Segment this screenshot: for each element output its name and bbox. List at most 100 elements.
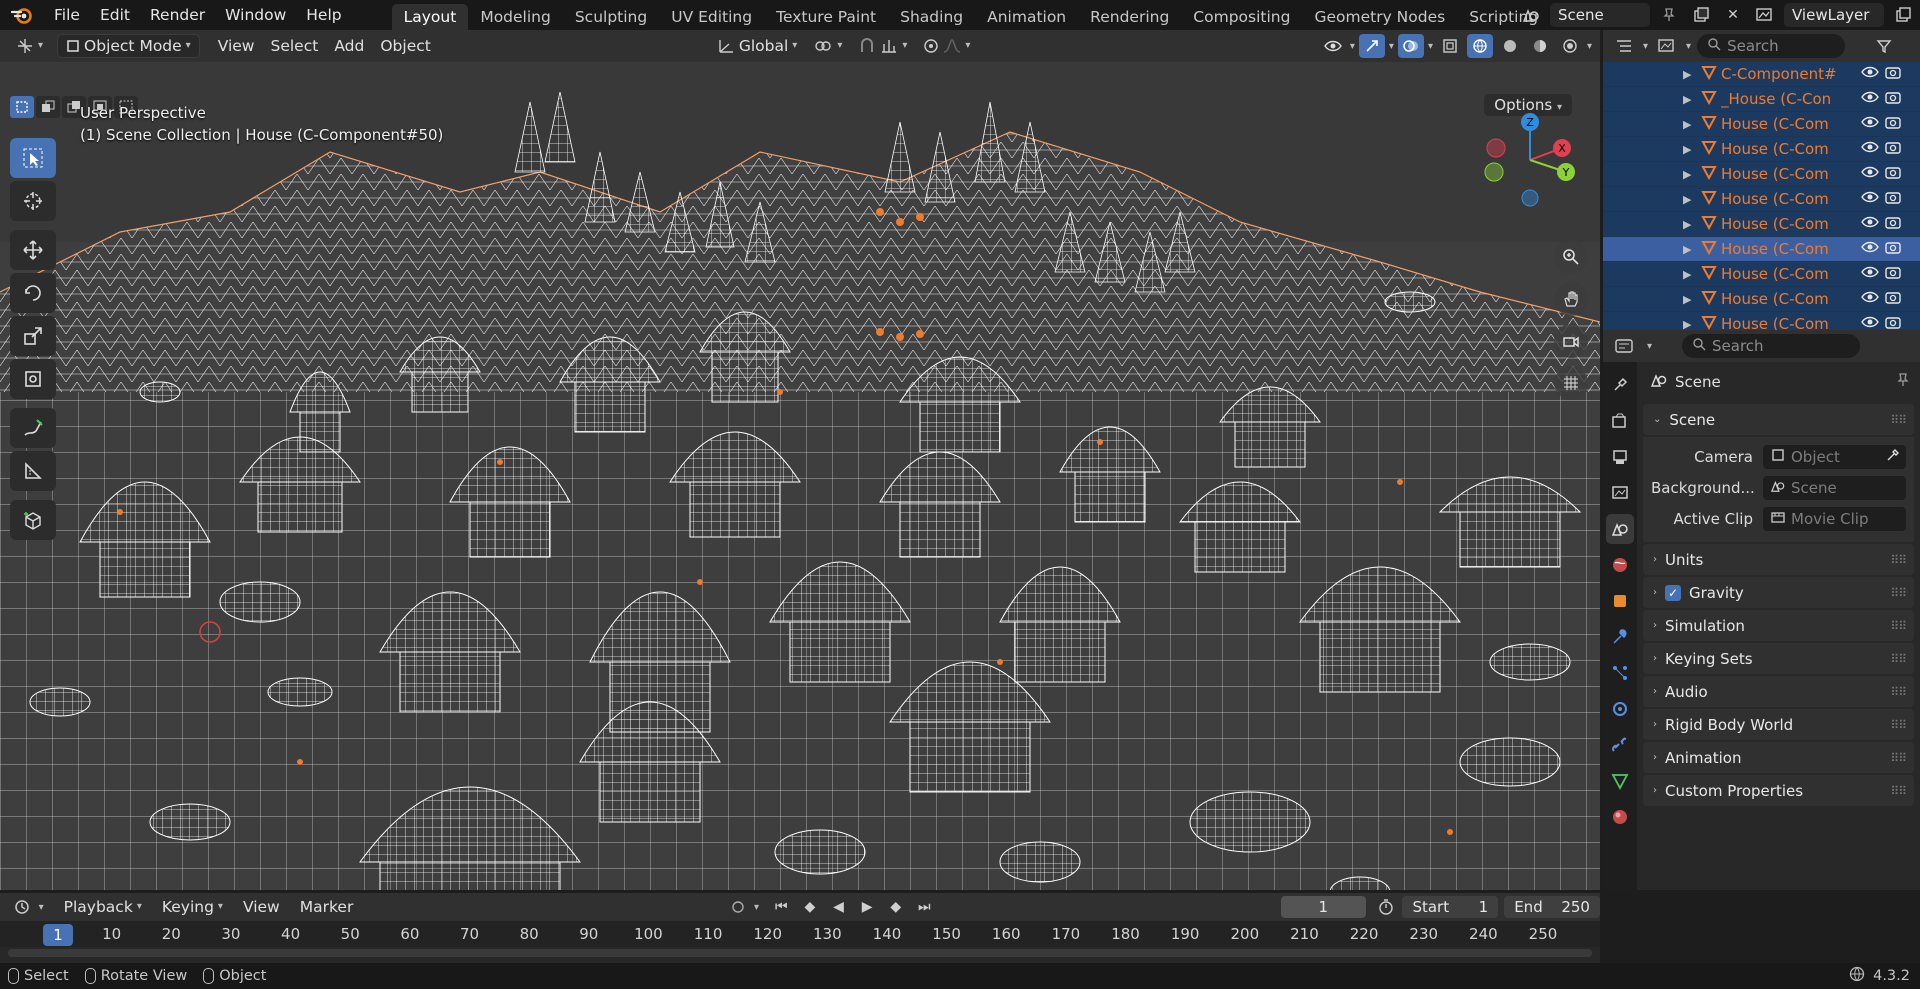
panel-header-audio[interactable]: › Audio ⠿⠿	[1643, 676, 1914, 707]
menu-render[interactable]: Render	[140, 0, 215, 30]
snap-icon[interactable]: ▾	[850, 34, 915, 58]
select-new-icon[interactable]	[10, 96, 34, 118]
annotate-tool-icon[interactable]	[10, 408, 56, 448]
transform-tool-icon[interactable]	[10, 359, 56, 399]
outliner-row[interactable]: ▶ House (C-Com	[1603, 262, 1920, 287]
new-scene-icon[interactable]	[1688, 3, 1714, 27]
panel-header-keying-sets[interactable]: › Keying Sets ⠿⠿	[1643, 643, 1914, 674]
proportional-edit-icon[interactable]: ▾	[915, 34, 978, 58]
scene-panel-header[interactable]: ⌄ Scene ⠿⠿	[1643, 404, 1914, 435]
camera-render-icon[interactable]	[1885, 140, 1901, 158]
tab-modeling[interactable]: Modeling	[468, 4, 563, 30]
eye-icon[interactable]	[1861, 315, 1879, 330]
output-tab-icon[interactable]	[1606, 442, 1634, 472]
3d-viewport[interactable]: ▾ Object Mode ▾ View Select Add Object Gl…	[0, 30, 1600, 890]
eye-icon[interactable]	[1861, 65, 1879, 83]
overlays-icon[interactable]	[1397, 34, 1424, 58]
pivot-icon[interactable]: ▾	[805, 34, 850, 58]
play-reverse-icon[interactable]: ◀	[826, 895, 851, 919]
outliner-row[interactable]: ▶ House (C-Com	[1603, 212, 1920, 237]
grid-icon[interactable]	[1554, 366, 1588, 400]
expand-arrow-icon[interactable]: ▶	[1683, 268, 1701, 281]
physics-tab-icon[interactable]	[1606, 694, 1634, 724]
panel-header-animation[interactable]: › Animation ⠿⠿	[1643, 742, 1914, 773]
menu-window[interactable]: Window	[215, 0, 296, 30]
background-scene-field[interactable]: Scene	[1763, 475, 1906, 500]
end-frame-field[interactable]: End 250	[1504, 896, 1600, 918]
object-tab-icon[interactable]	[1606, 586, 1634, 616]
blender-logo-icon[interactable]	[0, 0, 44, 30]
view-layer-icon[interactable]	[1752, 3, 1778, 27]
tool-tab-icon[interactable]	[1606, 370, 1634, 400]
delete-scene-icon[interactable]: ✕	[1720, 3, 1746, 27]
outliner-row[interactable]: ▶ House (C-Com	[1603, 312, 1920, 330]
xray-icon[interactable]	[1437, 34, 1463, 58]
tab-uv-editing[interactable]: UV Editing	[659, 4, 764, 30]
camera-render-icon[interactable]	[1885, 240, 1901, 258]
pan-hand-icon[interactable]	[1554, 282, 1588, 316]
eye-icon[interactable]	[1861, 290, 1879, 308]
constraints-tab-icon[interactable]	[1606, 730, 1634, 760]
eyedropper-icon[interactable]	[1886, 448, 1900, 466]
solid-shading-icon[interactable]	[1497, 34, 1523, 58]
add-cube-tool-icon[interactable]	[10, 500, 56, 540]
expand-arrow-icon[interactable]: ▶	[1683, 243, 1701, 256]
camera-render-icon[interactable]	[1885, 190, 1901, 208]
outliner-row[interactable]: ▶ House (C-Com	[1603, 287, 1920, 312]
camera-render-icon[interactable]	[1885, 215, 1901, 233]
menu-add[interactable]: Add	[326, 34, 372, 58]
panel-header-custom-properties[interactable]: › Custom Properties ⠿⠿	[1643, 775, 1914, 806]
play-icon[interactable]: ▶	[855, 895, 880, 919]
select-extend-icon[interactable]	[36, 96, 60, 118]
properties-search-input[interactable]: Search	[1682, 334, 1861, 358]
view-layer-selector[interactable]: ViewLayer	[1784, 3, 1884, 27]
outliner-row[interactable]: ▶ C-Component#	[1603, 62, 1920, 87]
menu-object[interactable]: Object	[372, 34, 438, 58]
scene-selector[interactable]: Scene	[1550, 3, 1650, 27]
prev-keyframe-icon[interactable]: ◆	[798, 895, 823, 919]
properties-editor-icon[interactable]	[1611, 334, 1637, 358]
material-shading-icon[interactable]	[1527, 34, 1553, 58]
camera-field[interactable]: Object	[1763, 444, 1906, 469]
eye-icon[interactable]	[1861, 140, 1879, 158]
tab-compositing[interactable]: Compositing	[1181, 4, 1302, 30]
panel-header-rigid-body-world[interactable]: › Rigid Body World ⠿⠿	[1643, 709, 1914, 740]
panel-header-simulation[interactable]: › Simulation ⠿⠿	[1643, 610, 1914, 641]
frame-ruler[interactable]: 1 10 20 30 40 50 60 70 80 90 100 110 120 130 140 150 16…	[0, 921, 1600, 947]
select-tool-icon[interactable]	[10, 138, 56, 178]
camera-render-icon[interactable]	[1885, 165, 1901, 183]
camera-render-icon[interactable]	[1885, 265, 1901, 283]
outliner-editor-icon[interactable]	[1611, 34, 1637, 58]
tab-animation[interactable]: Animation	[975, 4, 1078, 30]
gizmo-toggle-icon[interactable]	[1358, 34, 1385, 58]
camera-render-icon[interactable]	[1885, 65, 1901, 83]
tab-layout[interactable]: Layout	[391, 4, 469, 30]
expand-arrow-icon[interactable]: ▶	[1683, 318, 1701, 331]
data-tab-icon[interactable]	[1606, 766, 1634, 796]
outliner-row[interactable]: ▶ House (C-Com	[1603, 187, 1920, 212]
timeline-scrollbar[interactable]	[8, 949, 1592, 957]
outliner-row[interactable]: ▶ _House (C-Con	[1603, 87, 1920, 112]
tab-sculpting[interactable]: Sculpting	[563, 4, 659, 30]
panel-header-gravity[interactable]: › ✓ Gravity ⠿⠿	[1643, 577, 1914, 608]
expand-arrow-icon[interactable]: ▶	[1683, 168, 1701, 181]
visibility-icon[interactable]	[1320, 34, 1346, 58]
expand-arrow-icon[interactable]: ▶	[1683, 143, 1701, 156]
menu-file[interactable]: File	[44, 0, 90, 30]
eye-icon[interactable]	[1861, 240, 1879, 258]
expand-arrow-icon[interactable]: ▶	[1683, 293, 1701, 306]
camera-render-icon[interactable]	[1885, 290, 1901, 308]
menu-playback[interactable]: Playback ▾	[56, 895, 150, 919]
eye-icon[interactable]	[1861, 165, 1879, 183]
menu-marker[interactable]: Marker	[292, 895, 362, 919]
tab-geometry-nodes[interactable]: Geometry Nodes	[1302, 4, 1457, 30]
editor-type-button[interactable]: ▾	[8, 34, 51, 58]
transform-orientation-selector[interactable]: Global ▾	[709, 34, 805, 58]
material-tab-icon[interactable]	[1606, 802, 1634, 832]
panel-header-units[interactable]: › Units ⠿⠿	[1643, 544, 1914, 575]
outliner-search-input[interactable]: Search	[1697, 34, 1846, 58]
expand-arrow-icon[interactable]: ▶	[1683, 218, 1701, 231]
camera-render-icon[interactable]	[1885, 90, 1901, 108]
start-frame-field[interactable]: Start 1	[1402, 896, 1499, 918]
expand-arrow-icon[interactable]: ▶	[1683, 93, 1701, 106]
